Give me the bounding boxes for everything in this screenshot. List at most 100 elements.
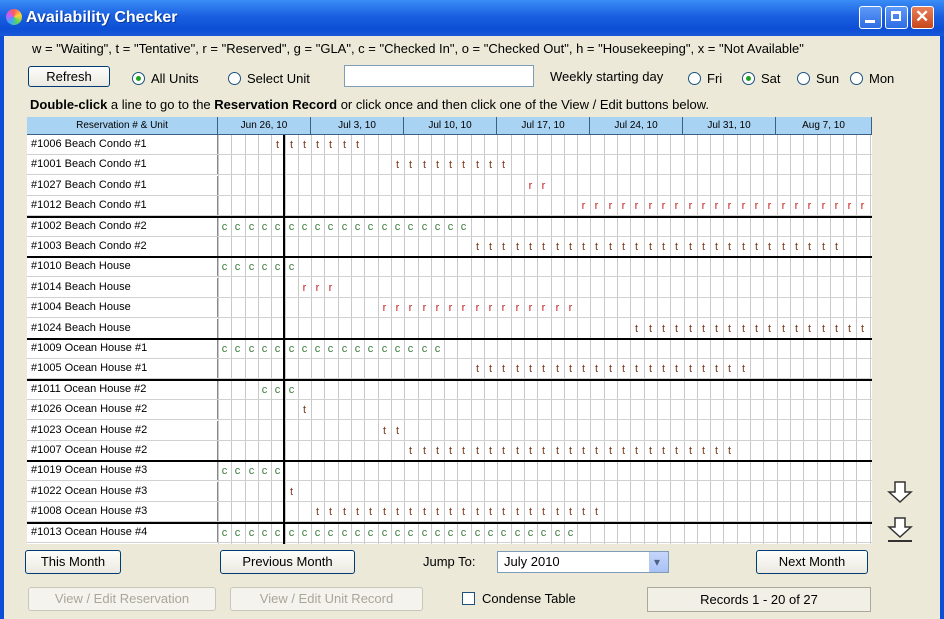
reservation-day-mark: t bbox=[382, 506, 387, 518]
reservation-row-label[interactable]: #1019 Ocean House #3 bbox=[27, 461, 218, 481]
reservation-day-mark: t bbox=[714, 445, 719, 457]
reservation-day-mark: t bbox=[727, 445, 732, 457]
day-radio-mon[interactable]: Mon bbox=[850, 71, 894, 86]
reservation-day-mark: c bbox=[474, 527, 481, 539]
reservation-row-label[interactable]: #1023 Ocean House #2 bbox=[27, 421, 218, 441]
all-units-radio[interactable]: All Units bbox=[132, 71, 199, 86]
reservation-day-mark: t bbox=[860, 323, 865, 335]
reservation-day-mark: t bbox=[528, 445, 533, 457]
reservation-day-mark: r bbox=[634, 200, 639, 212]
reservation-day-mark: t bbox=[594, 506, 599, 518]
reservation-row-label[interactable]: #1002 Beach Condo #2 bbox=[27, 217, 218, 237]
reservation-row-label[interactable]: #1013 Ocean House #4 bbox=[27, 523, 218, 543]
reservation-day-mark: c bbox=[447, 221, 454, 233]
day-radio-fri[interactable]: Fri bbox=[688, 71, 722, 86]
previous-month-button[interactable]: Previous Month bbox=[220, 550, 355, 574]
reservation-row-label[interactable]: #1008 Ocean House #3 bbox=[27, 502, 218, 522]
reservation-day-mark: c bbox=[514, 527, 521, 539]
reservation-row-label[interactable]: #1027 Beach Condo #1 bbox=[27, 176, 218, 196]
reservation-row-label[interactable]: #1006 Beach Condo #1 bbox=[27, 135, 218, 155]
reservation-row-label[interactable]: #1011 Ocean House #2 bbox=[27, 380, 218, 400]
next-month-button[interactable]: Next Month bbox=[756, 550, 868, 574]
reservation-row-label[interactable]: #1024 Beach House bbox=[27, 319, 218, 339]
reservation-day-mark: t bbox=[448, 506, 453, 518]
reservation-day-mark: c bbox=[354, 221, 361, 233]
reservation-day-mark: c bbox=[540, 527, 547, 539]
this-month-button[interactable]: This Month bbox=[25, 550, 121, 574]
reservation-day-mark: t bbox=[608, 445, 613, 457]
reservation-day-mark: t bbox=[501, 241, 506, 253]
reservation-row-label[interactable]: #1007 Ocean House #2 bbox=[27, 441, 218, 461]
minimize-button[interactable] bbox=[859, 6, 882, 29]
reservation-day-mark: r bbox=[714, 200, 719, 212]
window-frame-left bbox=[0, 36, 4, 619]
reservation-day-mark: c bbox=[234, 261, 241, 273]
reservation-day-mark: r bbox=[688, 200, 693, 212]
grid-header-week: Jul 24, 10 bbox=[590, 117, 683, 135]
reservation-day-mark: t bbox=[568, 241, 573, 253]
refresh-button[interactable]: Refresh bbox=[28, 66, 110, 87]
reservation-day-mark: c bbox=[407, 343, 414, 355]
view-edit-reservation-button[interactable]: View / Edit Reservation bbox=[28, 587, 216, 611]
reservation-day-mark: t bbox=[674, 241, 679, 253]
reservation-day-mark: t bbox=[674, 323, 679, 335]
unit-separator bbox=[27, 256, 872, 258]
maximize-button[interactable] bbox=[885, 6, 908, 29]
close-button[interactable]: ✕ bbox=[911, 6, 934, 29]
grid-header-week: Jun 26, 10 bbox=[218, 117, 311, 135]
condense-table-checkbox[interactable] bbox=[462, 592, 475, 605]
day-radio-sat[interactable]: Sat bbox=[742, 71, 781, 86]
reservation-day-mark: t bbox=[754, 323, 759, 335]
reservation-day-mark: c bbox=[421, 343, 428, 355]
jump-to-select[interactable]: July 2010 bbox=[497, 551, 669, 573]
reservation-day-mark: t bbox=[621, 445, 626, 457]
scroll-down-arrow-icon[interactable] bbox=[886, 480, 914, 504]
reservation-day-mark: r bbox=[448, 302, 453, 314]
reservation-day-mark: t bbox=[555, 445, 560, 457]
reservation-row-label[interactable]: #1014 Beach House bbox=[27, 278, 218, 298]
reservation-day-mark: c bbox=[261, 465, 268, 477]
unit-separator bbox=[27, 338, 872, 340]
reservation-row-label[interactable]: #1003 Beach Condo #2 bbox=[27, 237, 218, 257]
reservation-row-label[interactable]: #1005 Ocean House #1 bbox=[27, 359, 218, 379]
day-radio-sun[interactable]: Sun bbox=[797, 71, 839, 86]
select-unit-radio[interactable]: Select Unit bbox=[228, 71, 310, 86]
reservation-day-mark: t bbox=[621, 241, 626, 253]
reservation-row-label[interactable]: #1004 Beach House bbox=[27, 298, 218, 318]
reservation-day-mark: r bbox=[528, 180, 533, 192]
availability-grid[interactable]: Reservation # & Unit Jun 26, 10 Jul 3, 10 J… bbox=[27, 117, 872, 544]
reservation-day-mark: c bbox=[394, 343, 401, 355]
reservation-day-mark: c bbox=[567, 527, 574, 539]
reservation-day-mark: t bbox=[528, 241, 533, 253]
reservation-row-label[interactable]: #1001 Beach Condo #1 bbox=[27, 155, 218, 175]
reservation-day-mark: t bbox=[688, 363, 693, 375]
dropdown-arrow-icon[interactable] bbox=[649, 552, 668, 572]
reservation-day-mark: r bbox=[794, 200, 799, 212]
reservation-row-label[interactable]: #1012 Beach Condo #1 bbox=[27, 196, 218, 216]
reservation-day-mark: t bbox=[594, 445, 599, 457]
reservation-day-mark: c bbox=[527, 527, 534, 539]
reservation-day-mark: t bbox=[448, 445, 453, 457]
reservation-day-mark: t bbox=[435, 445, 440, 457]
unit-input[interactable] bbox=[344, 65, 534, 87]
scroll-to-end-arrow-icon[interactable] bbox=[886, 516, 914, 544]
view-edit-unit-button[interactable]: View / Edit Unit Record bbox=[230, 587, 423, 611]
reservation-day-mark: t bbox=[608, 363, 613, 375]
reservation-day-mark: t bbox=[727, 241, 732, 253]
reservation-row-label[interactable]: #1026 Ocean House #2 bbox=[27, 400, 218, 420]
reservation-day-mark: r bbox=[781, 200, 786, 212]
reservation-row-label[interactable]: #1022 Ocean House #3 bbox=[27, 482, 218, 502]
reservation-day-mark: t bbox=[834, 241, 839, 253]
reservation-day-mark: t bbox=[422, 159, 427, 171]
reservation-day-mark: c bbox=[234, 527, 241, 539]
grid-header-week: Jul 31, 10 bbox=[683, 117, 776, 135]
reservation-day-mark: t bbox=[661, 445, 666, 457]
reservation-day-mark: c bbox=[341, 527, 348, 539]
reservation-day-mark: t bbox=[701, 323, 706, 335]
reservation-day-mark: c bbox=[460, 221, 467, 233]
reservation-row-label[interactable]: #1010 Beach House bbox=[27, 257, 218, 277]
reservation-day-mark: c bbox=[341, 343, 348, 355]
grid-row-line bbox=[27, 419, 872, 420]
reservation-day-mark: r bbox=[475, 302, 480, 314]
reservation-row-label[interactable]: #1009 Ocean House #1 bbox=[27, 339, 218, 359]
